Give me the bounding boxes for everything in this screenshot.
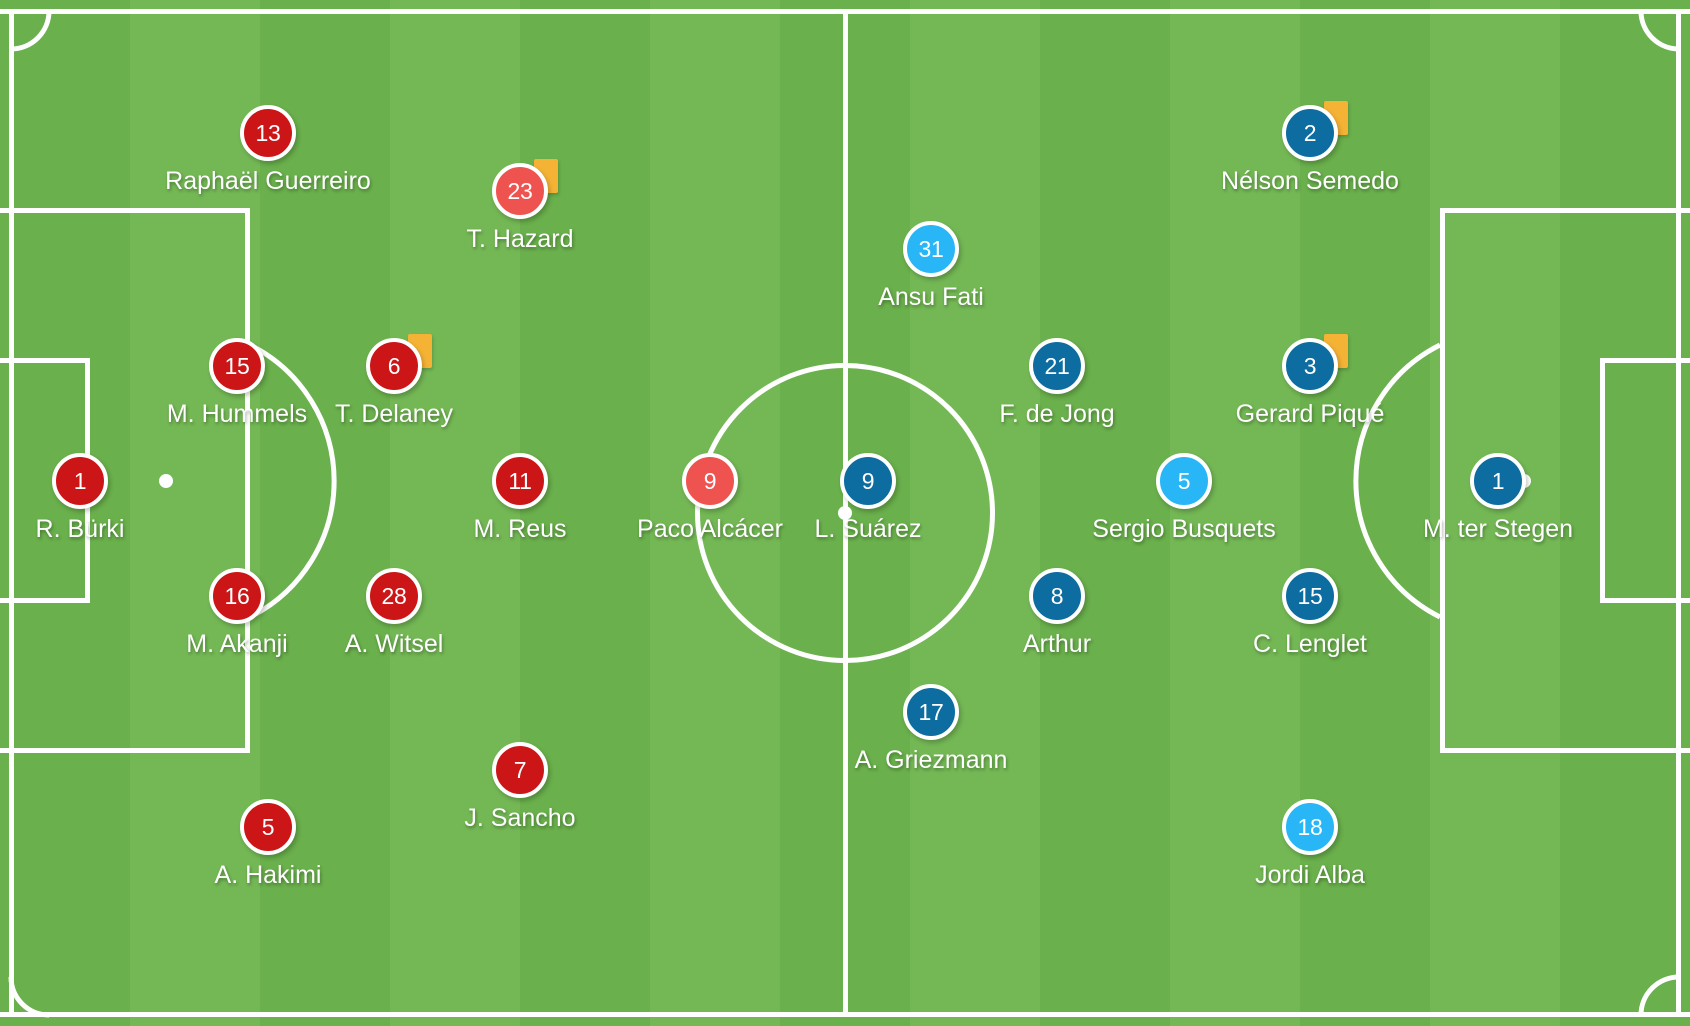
- turf-stripe: [910, 0, 1040, 1026]
- player-shirt-number[interactable]: 28: [366, 568, 422, 624]
- player-shirt-number[interactable]: 5: [240, 799, 296, 855]
- player-name-label: M. Reus: [473, 515, 567, 543]
- player-token-wrap: 23 T. Hazard: [467, 159, 573, 253]
- player-name-label: C. Lenglet: [1253, 630, 1367, 658]
- player-token-wrap: 7 J. Sancho: [464, 742, 576, 832]
- player-token-wrap: 5 A. Hakimi: [215, 799, 321, 889]
- player-name-label: M. Akanji: [186, 630, 288, 658]
- player-shirt-number[interactable]: 11: [492, 453, 548, 509]
- player-token-wrap: 15 C. Lenglet: [1253, 568, 1367, 658]
- player-token-wrap: 18 Jordi Alba: [1255, 799, 1365, 889]
- player-shirt-number[interactable]: 2: [1282, 105, 1338, 161]
- turf-stripe: [650, 0, 780, 1026]
- player-shirt-number[interactable]: 9: [682, 453, 738, 509]
- player-shirt-number[interactable]: 18: [1282, 799, 1338, 855]
- turf-stripe: [1430, 0, 1560, 1026]
- player-name-label: T. Hazard: [466, 225, 574, 253]
- player-name-label: Arthur: [1022, 630, 1092, 658]
- player-token-wrap: 1 R. Bürki: [36, 453, 124, 543]
- player-shirt-number[interactable]: 17: [903, 684, 959, 740]
- player-token-wrap: 11 M. Reus: [473, 453, 567, 543]
- player-name-label: Paco Alcácer: [637, 515, 783, 543]
- player-token-wrap: 16 M. Akanji: [186, 568, 288, 658]
- player-shirt-number[interactable]: 1: [52, 453, 108, 509]
- player-token-wrap: 5 Sergio Busquets: [1092, 453, 1276, 543]
- player-name-label: Nélson Semedo: [1221, 167, 1399, 195]
- player-shirt-number[interactable]: 31: [903, 221, 959, 277]
- player-token-wrap: 6 T. Delaney: [335, 334, 453, 428]
- player-name-label: A. Griezmann: [854, 746, 1008, 774]
- player-token-wrap: 28 A. Witsel: [345, 568, 443, 658]
- player-name-label: T. Delaney: [334, 400, 454, 428]
- player-token-wrap: 2 Nélson Semedo: [1221, 101, 1399, 195]
- player-name-label: A. Hakimi: [214, 861, 322, 889]
- player-token-wrap: 9 Paco Alcácer: [637, 453, 783, 543]
- player-shirt-number[interactable]: 1: [1470, 453, 1526, 509]
- player-shirt-number[interactable]: 9: [840, 453, 896, 509]
- player-token-wrap: 9 L. Suárez: [814, 453, 922, 543]
- player-shirt-number[interactable]: 8: [1029, 568, 1085, 624]
- player-shirt-number[interactable]: 15: [1282, 568, 1338, 624]
- player-token-wrap: 15 M. Hummels: [167, 338, 307, 428]
- player-name-label: J. Sancho: [464, 804, 576, 832]
- player-shirt-number[interactable]: 7: [492, 742, 548, 798]
- player-name-label: Jordi Alba: [1255, 861, 1365, 889]
- player-name-label: F. de Jong: [999, 400, 1115, 428]
- player-name-label: A. Witsel: [344, 630, 444, 658]
- player-shirt-number[interactable]: 13: [240, 105, 296, 161]
- player-name-label: M. Hummels: [166, 400, 308, 428]
- player-shirt-number[interactable]: 5: [1156, 453, 1212, 509]
- pitch-map: 1 R. Bürki 13 Raphaël Guerreiro 15 M. Hummels…: [0, 0, 1690, 1026]
- player-name-label: Raphaël Guerreiro: [165, 167, 371, 195]
- player-name-label: Ansu Fati: [878, 283, 984, 311]
- player-token-wrap: 8 Arthur: [1023, 568, 1091, 658]
- player-shirt-number[interactable]: 15: [209, 338, 265, 394]
- player-shirt-number[interactable]: 21: [1029, 338, 1085, 394]
- player-token-wrap: 21 F. de Jong: [999, 338, 1115, 428]
- player-name-label: Sergio Busquets: [1092, 515, 1276, 543]
- player-name-label: Gerard Piqué: [1235, 400, 1385, 428]
- turf-stripe: [390, 0, 520, 1026]
- player-shirt-number[interactable]: 23: [492, 163, 548, 219]
- player-shirt-number[interactable]: 16: [209, 568, 265, 624]
- player-token-wrap: 3 Gerard Piqué: [1236, 334, 1384, 428]
- player-token-wrap: 17 A. Griezmann: [855, 684, 1007, 774]
- player-shirt-number[interactable]: 3: [1282, 338, 1338, 394]
- player-name-label: R. Bürki: [35, 515, 125, 543]
- player-name-label: L. Suárez: [814, 515, 922, 543]
- player-token-wrap: 13 Raphaël Guerreiro: [165, 105, 371, 195]
- player-token-wrap: 1 M. ter Stegen: [1423, 453, 1573, 543]
- player-shirt-number[interactable]: 6: [366, 338, 422, 394]
- player-name-label: M. ter Stegen: [1422, 515, 1574, 543]
- player-token-wrap: 31 Ansu Fati: [878, 221, 984, 311]
